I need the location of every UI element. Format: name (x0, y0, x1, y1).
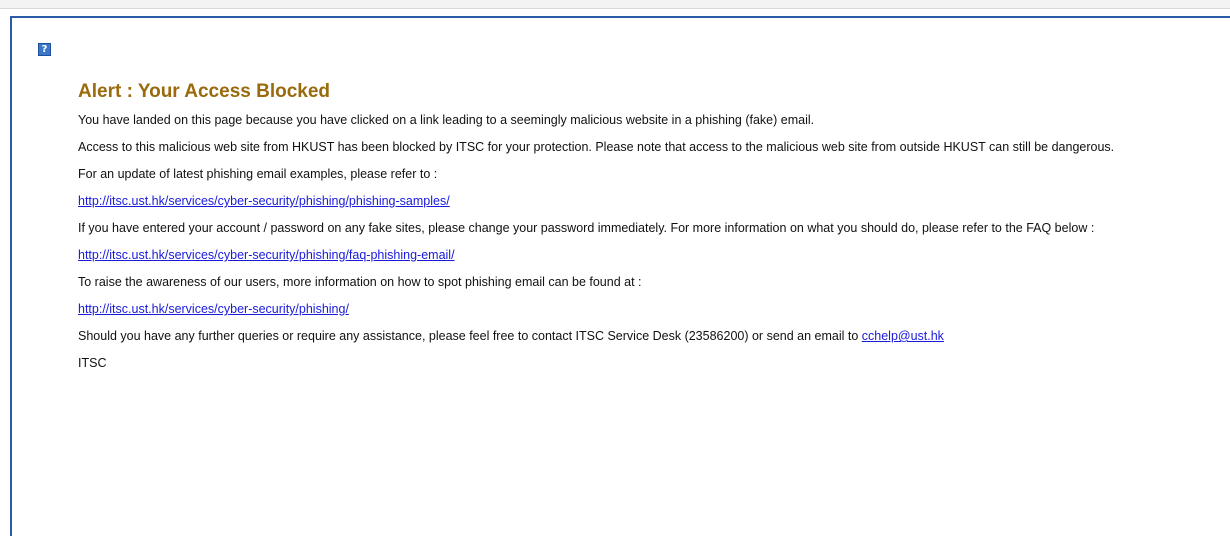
paragraph-update-examples: For an update of latest phishing email e… (78, 167, 438, 181)
alert-title: Alert : Your Access Blocked (78, 81, 331, 102)
faq-phishing-email-link[interactable]: http://itsc.ust.hk/services/cyber-securi… (78, 248, 455, 262)
link-container-phishing: http://itsc.ust.hk/services/cyber-securi… (78, 301, 1188, 317)
link-container-faq: http://itsc.ust.hk/services/cyber-securi… (78, 247, 1188, 263)
email-link[interactable]: cchelp@ust.hk (862, 329, 944, 343)
contact-text: Should you have any further queries or r… (78, 329, 862, 343)
phishing-samples-link[interactable]: http://itsc.ust.hk/services/cyber-securi… (78, 194, 450, 208)
paragraph-blocked: Access to this malicious web site from H… (78, 140, 1115, 154)
link-container-samples: http://itsc.ust.hk/services/cyber-securi… (78, 193, 1188, 209)
help-icon[interactable]: ? (38, 43, 51, 56)
phishing-info-link[interactable]: http://itsc.ust.hk/services/cyber-securi… (78, 302, 349, 316)
alert-content: Alert : Your Access Blocked You have lan… (78, 80, 1188, 382)
top-bar (0, 0, 1230, 9)
paragraph-awareness: To raise the awareness of our users, mor… (78, 275, 642, 289)
signature: ITSC (78, 356, 107, 370)
paragraph-change-password: If you have entered your account / passw… (78, 221, 1095, 235)
paragraph-contact: Should you have any further queries or r… (78, 328, 1188, 344)
paragraph-landed: You have landed on this page because you… (78, 113, 815, 127)
